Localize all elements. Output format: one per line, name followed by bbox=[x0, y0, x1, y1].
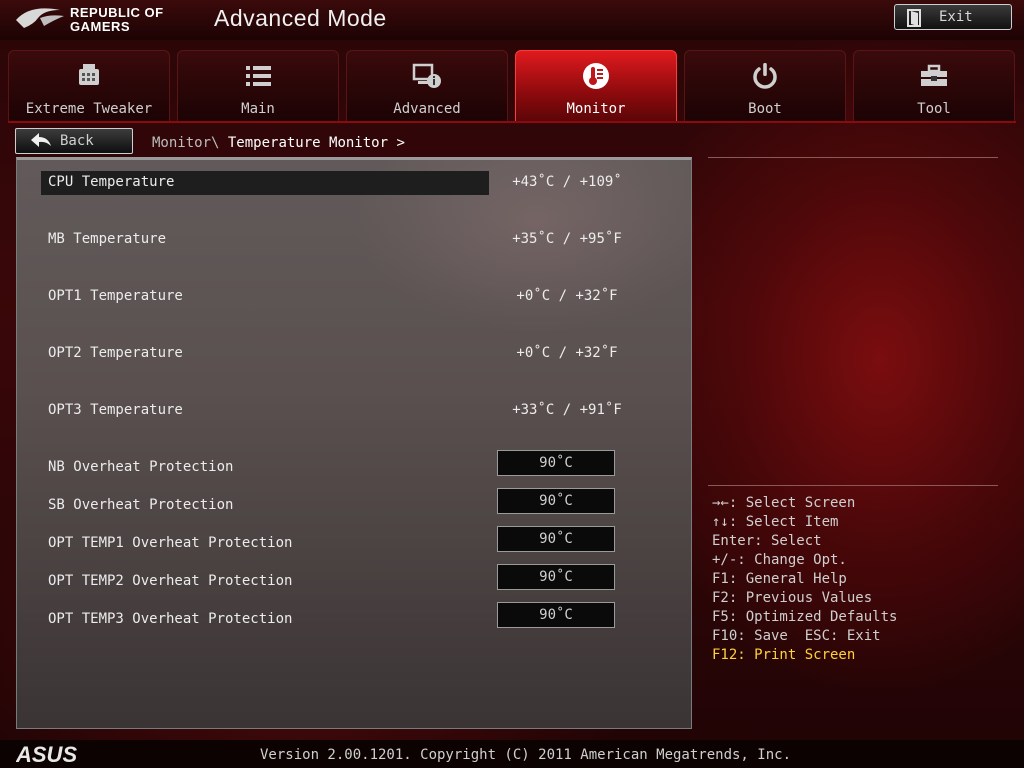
breadcrumb-current: Temperature Monitor > bbox=[219, 135, 405, 151]
advanced-settings-icon bbox=[412, 63, 441, 88]
setting-value: 90˚C bbox=[539, 569, 573, 585]
exit-label: Exit bbox=[939, 9, 973, 25]
help-f10: F10: Save ESC: Exit bbox=[712, 628, 881, 644]
tweaker-icon bbox=[79, 64, 99, 85]
back-arrow-icon bbox=[31, 133, 51, 147]
exit-door-icon bbox=[907, 9, 921, 27]
help-divider-bottom bbox=[708, 485, 998, 486]
reading-value: +43˚C / +109˚ bbox=[512, 174, 622, 190]
cpu-temperature-row[interactable]: CPU Temperature +43˚C / +109˚ bbox=[17, 171, 693, 195]
nb-overheat-protection-row: NB Overheat Protection 90˚C bbox=[17, 450, 693, 480]
tab-main[interactable]: Main bbox=[177, 50, 339, 122]
version-text: Version 2.00.1201. Copyright (C) 2011 Am… bbox=[260, 747, 792, 763]
tab-monitor[interactable]: Monitor bbox=[515, 50, 677, 122]
exit-button[interactable]: Exit bbox=[894, 4, 1012, 30]
opt2-temperature-row[interactable]: OPT2 Temperature +0˚C / +32˚F bbox=[17, 342, 693, 366]
brand-line-2: GAMERS bbox=[70, 19, 131, 34]
setting-label: SB Overheat Protection bbox=[48, 497, 234, 513]
tab-underline bbox=[8, 121, 1016, 123]
tab-advanced[interactable]: Advanced bbox=[346, 50, 508, 122]
asus-logo-text: ASUS bbox=[16, 744, 77, 764]
setting-label: OPT TEMP2 Overheat Protection bbox=[48, 573, 293, 589]
nb-overheat-protection-select[interactable]: 90˚C bbox=[497, 450, 615, 476]
help-f12: F12: Print Screen bbox=[712, 647, 856, 663]
reading-label: OPT1 Temperature bbox=[48, 288, 183, 304]
reading-label: OPT3 Temperature bbox=[48, 402, 183, 418]
opt-temp2-overheat-protection-row: OPT TEMP2 Overheat Protection 90˚C bbox=[17, 564, 693, 594]
setting-value: 90˚C bbox=[539, 607, 573, 623]
tab-label: Monitor bbox=[566, 101, 626, 117]
reading-value: +0˚C / +32˚F bbox=[516, 345, 618, 361]
setting-label: OPT TEMP3 Overheat Protection bbox=[48, 611, 293, 627]
setting-value: 90˚C bbox=[539, 531, 573, 547]
breadcrumb: Monitor\ Temperature Monitor > bbox=[152, 135, 405, 151]
help-f2: F2: Previous Values bbox=[712, 590, 873, 606]
tab-tool[interactable]: Tool bbox=[853, 50, 1015, 122]
breadcrumb-parent[interactable]: Monitor\ bbox=[152, 135, 219, 151]
help-select-item: ↑↓: Select Item bbox=[712, 514, 839, 530]
tab-label: Boot bbox=[748, 101, 782, 117]
opt3-temperature-row[interactable]: OPT3 Temperature +33˚C / +91˚F bbox=[17, 399, 693, 423]
opt-temp1-overheat-protection-select[interactable]: 90˚C bbox=[497, 526, 615, 552]
mb-temperature-row[interactable]: MB Temperature +35˚C / +95˚F bbox=[17, 228, 693, 252]
tab-label: Main bbox=[241, 101, 275, 117]
reading-label: MB Temperature bbox=[48, 231, 167, 247]
tab-label: Advanced bbox=[393, 101, 461, 117]
setting-value: 90˚C bbox=[539, 493, 573, 509]
opt-temp2-overheat-protection-select[interactable]: 90˚C bbox=[497, 564, 615, 590]
asus-logo: ASUS bbox=[15, 742, 108, 768]
opt-temp3-overheat-protection-select[interactable]: 90˚C bbox=[497, 602, 615, 628]
tab-label: Tool bbox=[917, 101, 951, 117]
sb-overheat-protection-select[interactable]: 90˚C bbox=[497, 488, 615, 514]
header-bar: REPUBLIC OF GAMERS Advanced Mode Exit bbox=[0, 0, 1024, 40]
rog-eye-icon bbox=[16, 8, 64, 28]
reading-value: +0˚C / +32˚F bbox=[516, 288, 618, 304]
list-icon bbox=[246, 66, 271, 86]
brand-line-1: REPUBLIC OF bbox=[70, 5, 164, 20]
sb-overheat-protection-row: SB Overheat Protection 90˚C bbox=[17, 488, 693, 518]
tab-boot[interactable]: Boot bbox=[684, 50, 846, 122]
main-tabs: Extreme Tweaker Main Advanced Monitor Bo… bbox=[8, 50, 1016, 122]
settings-panel: CPU Temperature +43˚C / +109˚ MB Tempera… bbox=[16, 157, 692, 729]
back-label: Back bbox=[60, 133, 94, 149]
opt-temp3-overheat-protection-row: OPT TEMP3 Overheat Protection 90˚C bbox=[17, 602, 693, 632]
key-help-list: →←: Select Screen ↑↓: Select Item Enter:… bbox=[712, 495, 1012, 666]
tab-label: Extreme Tweaker bbox=[25, 101, 153, 117]
help-select-screen: →←: Select Screen bbox=[712, 495, 856, 511]
tab-extreme-tweaker[interactable]: Extreme Tweaker bbox=[8, 50, 170, 122]
setting-label: NB Overheat Protection bbox=[48, 459, 234, 475]
help-change-opt: +/-: Change Opt. bbox=[712, 552, 847, 568]
opt1-temperature-row[interactable]: OPT1 Temperature +0˚C / +32˚F bbox=[17, 285, 693, 309]
setting-label: OPT TEMP1 Overheat Protection bbox=[48, 535, 293, 551]
power-icon bbox=[753, 63, 777, 89]
back-button[interactable]: Back bbox=[15, 128, 133, 154]
help-enter: Enter: Select bbox=[712, 533, 822, 549]
page-title: Advanced Mode bbox=[214, 5, 387, 31]
rog-logo: REPUBLIC OF GAMERS bbox=[14, 4, 184, 36]
reading-value: +33˚C / +91˚F bbox=[512, 402, 622, 418]
help-divider-top bbox=[708, 157, 998, 158]
toolbox-icon bbox=[921, 64, 947, 86]
help-f5: F5: Optimized Defaults bbox=[712, 609, 898, 625]
setting-value: 90˚C bbox=[539, 455, 573, 471]
help-f1: F1: General Help bbox=[712, 571, 847, 587]
thermometer-icon bbox=[583, 63, 609, 89]
reading-value: +35˚C / +95˚F bbox=[512, 231, 622, 247]
reading-label: CPU Temperature bbox=[48, 174, 175, 190]
asus-logo-icon: ASUS bbox=[15, 742, 77, 767]
reading-label: OPT2 Temperature bbox=[48, 345, 183, 361]
opt-temp1-overheat-protection-row: OPT TEMP1 Overheat Protection 90˚C bbox=[17, 526, 693, 556]
